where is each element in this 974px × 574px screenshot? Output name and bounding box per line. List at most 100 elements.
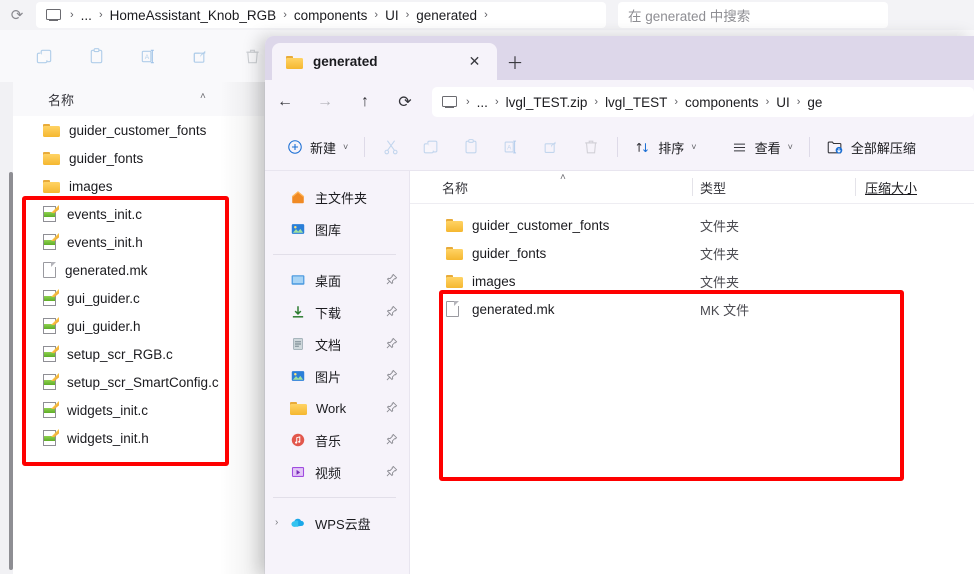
breadcrumb-item-2[interactable]: UI xyxy=(385,8,399,23)
cut-icon[interactable] xyxy=(371,131,411,163)
pin-icon[interactable] xyxy=(385,305,398,323)
folder-icon xyxy=(446,274,463,288)
background-address-bar: ⟳ › ... › HomeAssistant_Knob_RGB › compo… xyxy=(0,0,974,30)
tab-generated[interactable]: generated ✕ xyxy=(272,43,497,80)
close-icon[interactable]: ✕ xyxy=(466,53,483,70)
table-row[interactable]: images 文件夹 xyxy=(410,267,974,295)
pin-icon[interactable] xyxy=(385,401,398,419)
breadcrumb-item-3[interactable]: UI xyxy=(776,95,790,110)
paste-icon[interactable] xyxy=(451,131,491,163)
refresh-icon[interactable]: ⟳ xyxy=(0,6,34,24)
list-item[interactable]: generated.mk xyxy=(13,256,265,284)
breadcrumb-item-4[interactable]: ge xyxy=(807,95,822,110)
new-button-label: 新建 xyxy=(310,140,337,156)
new-button[interactable]: 新建 ˅ xyxy=(278,131,357,163)
breadcrumb-separator: › xyxy=(494,96,499,108)
list-item[interactable]: widgets_init.c xyxy=(13,396,265,424)
pin-icon[interactable] xyxy=(385,337,398,355)
sort-caret-icon: ˄ xyxy=(560,172,566,183)
chevron-right-icon[interactable]: › xyxy=(275,517,278,528)
list-item[interactable]: setup_scr_SmartConfig.c xyxy=(13,368,265,396)
list-item-label: guider_fonts xyxy=(69,150,144,166)
column-header-type[interactable]: 类型 xyxy=(700,178,726,197)
table-row[interactable]: guider_customer_fonts 文件夹 xyxy=(410,211,974,239)
extract-folder-icon xyxy=(827,141,843,154)
extract-all-button[interactable]: 全部解压缩 xyxy=(817,131,925,163)
code-file-icon xyxy=(43,401,59,418)
desktop-icon xyxy=(291,275,305,285)
back-icon[interactable]: ← xyxy=(265,82,305,122)
background-column-name[interactable]: 名称 xyxy=(48,90,74,109)
paste-icon[interactable] xyxy=(70,30,122,82)
delete-icon[interactable] xyxy=(571,131,611,163)
table-row[interactable]: generated.mk MK 文件 xyxy=(410,295,974,323)
nav-item-desktop[interactable]: 桌面 xyxy=(265,264,410,296)
breadcrumb-overflow[interactable]: ... xyxy=(81,8,92,23)
nav-item-downloads[interactable]: 下载 xyxy=(265,296,410,328)
breadcrumb-overflow[interactable]: ... xyxy=(477,95,488,110)
background-breadcrumb[interactable]: › ... › HomeAssistant_Knob_RGB › compone… xyxy=(36,2,606,28)
up-icon[interactable]: ↑ xyxy=(345,82,385,122)
downloads-icon xyxy=(292,306,304,318)
list-item-label: events_init.h xyxy=(67,234,143,250)
list-item[interactable]: gui_guider.h xyxy=(13,312,265,340)
forward-icon[interactable]: → xyxy=(305,82,345,122)
copy-icon[interactable] xyxy=(18,30,70,82)
rename-icon[interactable]: A xyxy=(491,131,531,163)
nav-item-documents[interactable]: 文档 xyxy=(265,328,410,360)
nav-item-gallery[interactable]: 图库 xyxy=(265,213,410,245)
list-item[interactable]: images xyxy=(13,172,265,200)
breadcrumb-separator: › xyxy=(283,9,287,21)
nav-item-home[interactable]: 主文件夹 xyxy=(265,181,410,213)
rename-icon[interactable]: A xyxy=(122,30,174,82)
list-item-label: guider_customer_fonts xyxy=(69,122,207,138)
column-divider[interactable] xyxy=(692,178,693,196)
breadcrumb-item-1[interactable]: lvgl_TEST xyxy=(605,95,667,110)
breadcrumb-separator: › xyxy=(98,9,103,21)
view-button[interactable]: 查看 ˅ xyxy=(722,131,802,163)
copy-icon[interactable] xyxy=(411,131,451,163)
nav-item-wps-cloud[interactable]: › WPS云盘 xyxy=(265,507,410,539)
pin-icon[interactable] xyxy=(385,273,398,291)
share-icon[interactable] xyxy=(531,131,571,163)
breadcrumb-separator: › xyxy=(796,96,801,108)
navigation-pane: 主文件夹 图库 桌面 下载 文档 图片 Work 音乐 视频 › WPS云盘 xyxy=(265,171,410,574)
background-search-input[interactable]: 在 generated 中搜索 xyxy=(618,2,888,28)
sort-button[interactable]: 排序 ˅ xyxy=(625,131,705,163)
list-item[interactable]: guider_customer_fonts xyxy=(13,116,265,144)
breadcrumb-item-1[interactable]: components xyxy=(294,8,368,23)
code-file-icon xyxy=(43,429,59,446)
column-header-compressed-size[interactable]: 压缩大小 xyxy=(865,178,917,197)
breadcrumb-item-2[interactable]: components xyxy=(685,95,759,110)
breadcrumb-item-3[interactable]: generated xyxy=(416,8,477,23)
pin-icon[interactable] xyxy=(385,369,398,387)
share-icon[interactable] xyxy=(174,30,226,82)
list-item[interactable]: events_init.c xyxy=(13,200,265,228)
breadcrumb-item-0[interactable]: lvgl_TEST.zip xyxy=(506,95,588,110)
table-row[interactable]: guider_fonts 文件夹 xyxy=(410,239,974,267)
nav-item-work[interactable]: Work xyxy=(265,392,410,424)
new-tab-icon[interactable]: ＋ xyxy=(497,43,533,80)
list-item-label: setup_scr_RGB.c xyxy=(67,346,173,362)
refresh-icon[interactable]: ⟳ xyxy=(385,82,425,122)
list-item[interactable]: setup_scr_RGB.c xyxy=(13,340,265,368)
chevron-down-icon: ˅ xyxy=(343,142,349,152)
column-divider[interactable] xyxy=(855,178,856,196)
list-item[interactable]: gui_guider.c xyxy=(13,284,265,312)
nav-item-music[interactable]: 音乐 xyxy=(265,424,410,456)
column-header-name[interactable]: 名称 xyxy=(442,178,468,197)
breadcrumb-separator: › xyxy=(374,9,379,21)
nav-item-videos[interactable]: 视频 xyxy=(265,456,410,488)
nav-item-pictures[interactable]: 图片 xyxy=(265,360,410,392)
foreground-breadcrumb[interactable]: › ... › lvgl_TEST.zip › lvgl_TEST › comp… xyxy=(432,87,974,117)
list-item[interactable]: events_init.h xyxy=(13,228,265,256)
pin-icon[interactable] xyxy=(385,433,398,451)
list-item[interactable]: guider_fonts xyxy=(13,144,265,172)
list-item[interactable]: widgets_init.h xyxy=(13,424,265,452)
toolbar-divider xyxy=(364,137,366,157)
pin-icon[interactable] xyxy=(385,465,398,483)
cloud-icon xyxy=(291,518,304,527)
breadcrumb-item-0[interactable]: HomeAssistant_Knob_RGB xyxy=(110,8,277,23)
list-item-label: gui_guider.h xyxy=(67,318,141,334)
foreground-explorer-window: generated ✕ ＋ ← → ↑ ⟳ › ... › lvgl_TEST.… xyxy=(265,36,974,574)
